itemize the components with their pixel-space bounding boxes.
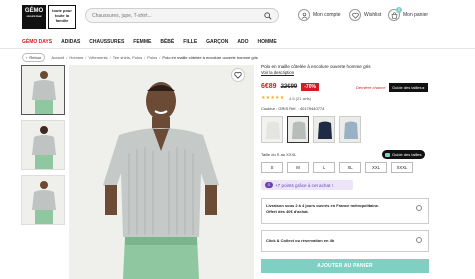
cart-label: Mon panier <box>403 12 429 18</box>
logo-text: GÉMO <box>24 8 44 14</box>
size-option-l[interactable]: L <box>313 162 335 173</box>
delivery-text-2: Offert dès 40€ d'achat. <box>266 209 309 214</box>
nav-item-ado[interactable]: ADO <box>237 39 248 45</box>
back-button[interactable]: ‹ Retour <box>22 52 46 62</box>
wishlist-link[interactable]: Wishlist <box>349 8 381 22</box>
brand-tagline: toute pour toute la famille <box>48 5 76 29</box>
cart-link[interactable]: 0 Mon panier <box>388 7 429 22</box>
original-price: 22€99 <box>280 83 298 90</box>
account-link[interactable]: Mon compte <box>298 8 341 22</box>
cart-icon: 0 <box>388 7 402 21</box>
size-range-label: Taille du S au XXXL <box>261 152 297 157</box>
nav-item-gemo-days[interactable]: GÉMO DAYS <box>22 39 52 45</box>
add-to-wishlist-button[interactable] <box>231 68 245 82</box>
delivery-option[interactable]: Livraison sous 2 à 4 jours ouvrés en Fra… <box>261 198 429 224</box>
crumb-polos[interactable]: Polos <box>147 55 157 60</box>
nav-item-femme[interactable]: FEMME <box>133 39 151 45</box>
main-nav: GÉMO DAYS ADIDAS CHAUSSURES FEMME BÉBÉ F… <box>0 35 475 49</box>
thumbnail-image[interactable] <box>21 65 65 115</box>
star-rating-icon: ★★★★★ <box>261 95 285 101</box>
back-label: Retour <box>29 54 42 60</box>
loyalty-icon: G <box>265 182 273 188</box>
delivery-radio[interactable] <box>416 205 422 211</box>
heart-icon <box>349 9 361 21</box>
size-guide-button[interactable]: Guide des tailles <box>382 150 425 159</box>
brand-logo[interactable]: GÉMO GROUPE ÉRAM <box>22 5 46 29</box>
thumbnail-image[interactable] <box>21 120 65 170</box>
account-label: Mon compte <box>313 12 341 18</box>
pickup-text: Click & Collect ou réservation en 4h <box>266 238 335 243</box>
size-option-xxl[interactable]: XXL <box>365 162 387 173</box>
price-row: 6€89 22€99 -70% <box>261 82 319 91</box>
size-guide-link[interactable]: Guide des tailles ▸ <box>389 83 428 92</box>
heart-icon <box>234 71 242 79</box>
product-main-image[interactable] <box>69 65 254 279</box>
nav-item-fille[interactable]: FILLE <box>183 39 197 45</box>
search-icon[interactable] <box>264 12 272 20</box>
ruler-icon <box>385 152 390 157</box>
crumb-tee-shirts-polos[interactable]: Tee shirts, Polos <box>113 55 142 60</box>
crumb-separator: / <box>159 54 161 60</box>
add-to-cart-button[interactable]: AJOUTER AU PANIER <box>261 259 429 273</box>
crumb-separator: / <box>66 54 68 60</box>
color-reference: Couleur : GRIS Réf. : 40179440774 <box>261 106 325 111</box>
description-link[interactable]: Voir la description <box>261 70 294 75</box>
breadcrumb: ‹ Retour Accueil / Homme / Vêtements / Tee … <box>22 52 260 62</box>
click-collect-option[interactable]: Click & Collect ou réservation en 4h <box>261 230 429 252</box>
nav-item-homme[interactable]: HOMME <box>258 39 277 45</box>
nav-item-bebe[interactable]: BÉBÉ <box>160 39 174 45</box>
crumb-current: Polo en maille côtelée à encolure ouvert… <box>162 54 258 60</box>
size-option-m[interactable]: M <box>287 162 309 173</box>
pickup-radio[interactable] <box>416 237 422 243</box>
user-icon <box>298 9 310 21</box>
logo-subtext: GROUPE ÉRAM <box>26 16 42 18</box>
size-option-xl[interactable]: XL <box>339 162 361 173</box>
crumb-separator: / <box>85 54 87 60</box>
crumb-separator: / <box>144 54 146 60</box>
search-input[interactable] <box>92 11 262 21</box>
color-swatch[interactable] <box>313 116 335 143</box>
crumb-vetements[interactable]: Vêtements <box>89 55 108 60</box>
nav-item-adidas[interactable]: ADIDAS <box>61 39 80 45</box>
discount-badge: -70% <box>301 82 319 91</box>
size-option-xxxl[interactable]: XXXL <box>391 162 413 173</box>
nav-item-garcon[interactable]: GARÇON <box>206 39 228 45</box>
loyalty-text: +7 points grâce à cet achat ! <box>275 182 333 188</box>
wishlist-label: Wishlist <box>364 12 382 18</box>
product-title: Polo en maille côtelée à encolure ouvert… <box>261 64 371 69</box>
color-swatch[interactable] <box>261 116 283 143</box>
loyalty-points-banner: G +7 points grâce à cet achat ! <box>261 180 353 190</box>
crumb-accueil[interactable]: Accueil <box>51 55 64 60</box>
current-price: 6€89 <box>261 83 277 90</box>
crumb-homme[interactable]: Homme <box>69 55 83 60</box>
thumbnail-image[interactable] <box>21 175 65 225</box>
nav-item-chaussures[interactable]: CHAUSSURES <box>89 39 124 45</box>
color-swatch[interactable] <box>339 116 361 143</box>
color-swatch-selected[interactable] <box>287 116 309 143</box>
size-guide-label: Guide des tailles <box>392 152 422 157</box>
chevron-left-icon: ‹ <box>26 54 28 60</box>
size-option-s[interactable]: S <box>261 162 283 173</box>
rating-count[interactable]: 4.5 (21 avis) <box>289 96 311 101</box>
cart-count-badge: 0 <box>396 7 402 13</box>
crumb-separator: / <box>109 54 111 60</box>
search-bar[interactable] <box>85 8 279 23</box>
last-chance-label: Dernière chance <box>356 85 386 90</box>
